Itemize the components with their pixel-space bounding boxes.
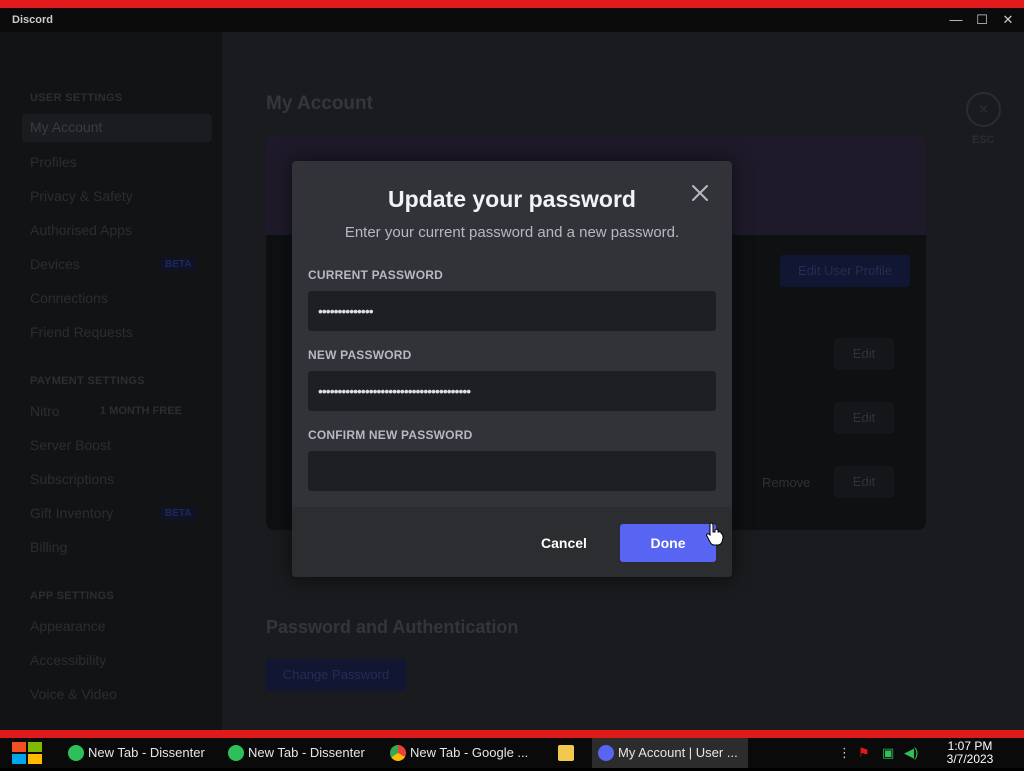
new-password-input[interactable]: ••••••••••••••••••••••••••••••••••••••• bbox=[308, 371, 716, 411]
dissenter-icon bbox=[68, 745, 84, 761]
sidebar-item-appearance[interactable]: Appearance bbox=[30, 618, 106, 634]
modal-subtitle: Enter your current password and a new pa… bbox=[344, 224, 680, 241]
taskbar-item-dissenter-1[interactable]: New Tab - Dissenter bbox=[62, 738, 218, 768]
settings-sidebar: USER SETTINGS My Account Profiles Privac… bbox=[0, 32, 222, 730]
remove-phone-button[interactable]: Remove bbox=[762, 475, 810, 490]
modal-close-button[interactable] bbox=[688, 181, 712, 205]
close-icon bbox=[692, 185, 708, 201]
sidebar-item-subscriptions[interactable]: Subscriptions bbox=[30, 471, 114, 487]
close-icon: ✕ bbox=[977, 101, 990, 117]
edit-email-button[interactable]: Edit bbox=[834, 402, 894, 434]
minimize-button[interactable]: — bbox=[946, 10, 966, 30]
edit-user-profile-button[interactable]: Edit User Profile bbox=[780, 255, 910, 287]
done-button[interactable]: Done bbox=[620, 524, 716, 562]
sidebar-item-billing[interactable]: Billing bbox=[30, 539, 67, 555]
edit-phone-button[interactable]: Edit bbox=[834, 466, 894, 498]
background-strip bbox=[0, 730, 1024, 738]
windows-logo-icon bbox=[12, 742, 42, 764]
chrome-icon bbox=[390, 745, 406, 761]
sidebar-item-connections[interactable]: Connections bbox=[30, 290, 108, 306]
discord-icon bbox=[598, 745, 614, 761]
dissenter-icon bbox=[228, 745, 244, 761]
flag-icon[interactable]: ⚑ bbox=[858, 738, 870, 768]
sidebar-item-accessibility[interactable]: Accessibility bbox=[30, 652, 106, 668]
modal-title: Update your password bbox=[388, 186, 636, 212]
sidebar-header-user: USER SETTINGS bbox=[30, 92, 123, 104]
beta-badge: BETA bbox=[160, 258, 197, 271]
sidebar-item-privacy[interactable]: Privacy & Safety bbox=[30, 188, 133, 204]
esc-label: ESC bbox=[972, 134, 995, 146]
current-password-input[interactable]: •••••••••••••• bbox=[308, 291, 716, 331]
sidebar-header-payment: PAYMENT SETTINGS bbox=[30, 375, 145, 387]
hand-cursor-icon bbox=[706, 522, 724, 546]
taskbar-item-label: New Tab - Dissenter bbox=[248, 745, 365, 760]
current-password-label: CURRENT PASSWORD bbox=[308, 268, 443, 282]
taskbar-item-explorer[interactable] bbox=[548, 738, 584, 768]
tray-overflow-icon[interactable]: ⋮ bbox=[838, 738, 851, 768]
new-password-label: NEW PASSWORD bbox=[308, 348, 412, 362]
taskbar-item-discord[interactable]: My Account | User ... bbox=[592, 738, 748, 768]
taskbar-item-dissenter-2[interactable]: New Tab - Dissenter bbox=[222, 738, 378, 768]
system-clock[interactable]: 1:07 PM 3/7/2023 bbox=[930, 740, 1010, 766]
cancel-button[interactable]: Cancel bbox=[524, 524, 604, 562]
sidebar-item-server-boost[interactable]: Server Boost bbox=[30, 437, 111, 453]
clock-date: 3/7/2023 bbox=[946, 752, 994, 766]
start-button[interactable] bbox=[10, 738, 44, 768]
maximize-button[interactable]: ☐ bbox=[972, 10, 992, 30]
edit-username-button[interactable]: Edit bbox=[834, 338, 894, 370]
beta-badge: BETA bbox=[160, 507, 197, 520]
close-window-button[interactable]: ✕ bbox=[998, 10, 1018, 30]
sidebar-item-authorised-apps[interactable]: Authorised Apps bbox=[30, 222, 132, 238]
close-settings-button[interactable]: ✕ bbox=[966, 92, 1001, 127]
sidebar-item-nitro[interactable]: Nitro bbox=[30, 403, 60, 419]
taskbar-item-label: New Tab - Dissenter bbox=[88, 745, 205, 760]
sidebar-item-my-account[interactable]: My Account bbox=[22, 114, 212, 142]
taskbar-item-label: My Account | User ... bbox=[618, 745, 738, 760]
modal-footer: Cancel Done bbox=[292, 507, 732, 577]
background-strip bbox=[0, 0, 1024, 8]
sidebar-item-devices[interactable]: Devices bbox=[30, 256, 80, 272]
taskbar-item-label: New Tab - Google ... bbox=[410, 745, 529, 760]
title-bar: Discord — ☐ ✕ bbox=[0, 8, 1024, 32]
taskbar-item-chrome[interactable]: New Tab - Google ... bbox=[384, 738, 540, 768]
sidebar-item-gift-inventory[interactable]: Gift Inventory bbox=[30, 505, 113, 521]
volume-icon[interactable]: ◀) bbox=[904, 738, 918, 768]
page-title: My Account bbox=[266, 93, 373, 114]
taskbar: New Tab - Dissenter New Tab - Dissenter … bbox=[0, 738, 1024, 768]
nitro-badge: 1 MONTH FREE bbox=[100, 405, 182, 417]
app-name: Discord bbox=[12, 14, 53, 26]
folder-icon bbox=[558, 745, 574, 761]
confirm-password-input[interactable] bbox=[308, 451, 716, 491]
network-icon[interactable]: ▣ bbox=[882, 738, 894, 768]
confirm-password-label: CONFIRM NEW PASSWORD bbox=[308, 428, 473, 442]
update-password-modal: Update your password Enter your current … bbox=[292, 161, 732, 577]
sidebar-header-app: APP SETTINGS bbox=[30, 590, 115, 602]
password-section-title: Password and Authentication bbox=[266, 617, 519, 637]
sidebar-item-friend-requests[interactable]: Friend Requests bbox=[30, 324, 133, 340]
change-password-button[interactable]: Change Password bbox=[266, 659, 406, 691]
sidebar-item-profiles[interactable]: Profiles bbox=[30, 154, 77, 170]
sidebar-item-voice-video[interactable]: Voice & Video bbox=[30, 686, 117, 702]
